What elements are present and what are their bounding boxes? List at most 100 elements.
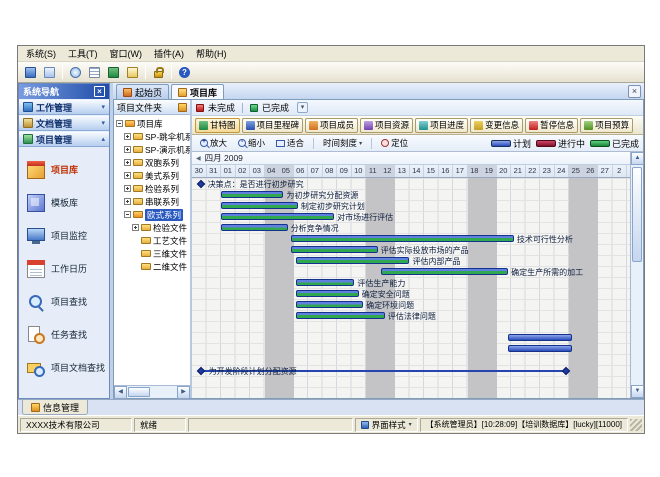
task-bar[interactable] (508, 334, 572, 341)
computer-button[interactable] (22, 64, 39, 81)
expand-icon[interactable] (124, 198, 131, 205)
unfinished-filter[interactable]: 未完成 (208, 101, 235, 114)
task-bar[interactable] (296, 312, 384, 319)
mail-button[interactable] (124, 64, 141, 81)
tree-item[interactable]: 项目库 (115, 117, 190, 130)
nav-item-task-search[interactable]: 任务查找 (19, 318, 109, 351)
vscroll-track[interactable] (631, 165, 643, 385)
task-bar[interactable] (296, 279, 354, 286)
task-bar[interactable] (296, 301, 363, 308)
tree-item[interactable]: SP-演示机系 (115, 143, 190, 156)
tree-hscroll-track[interactable] (127, 386, 177, 398)
time-scale-button[interactable]: 时间刻度▾ (319, 136, 366, 150)
menu-item-2[interactable]: 工具(T) (62, 46, 104, 61)
lock-button[interactable] (150, 64, 167, 81)
view-tab-budget[interactable]: 项目预算 (580, 118, 633, 133)
expand-icon[interactable] (124, 146, 131, 153)
task-bar[interactable] (508, 345, 572, 352)
spacer-segment (188, 418, 353, 432)
nav-section-work-management[interactable]: 工作管理▾ (19, 99, 109, 115)
view-tab-milestones[interactable]: 项目里程碑 (242, 118, 304, 133)
nav-section-document-management[interactable]: 文档管理▾ (19, 115, 109, 131)
expand-icon[interactable] (124, 185, 131, 192)
nav-item-project-monitor[interactable]: 项目监控 (19, 219, 109, 252)
nav-item-work-calendar[interactable]: 工作日历 (19, 252, 109, 285)
collapse-icon[interactable] (124, 211, 131, 218)
menu-item-1[interactable]: 系统(S) (20, 46, 62, 61)
tree-item[interactable]: 二维文件 (115, 260, 190, 273)
view-tab-pauses[interactable]: 暂停信息 (525, 118, 578, 133)
task-bar[interactable] (221, 191, 283, 198)
fit-button[interactable]: 适合 (272, 136, 308, 150)
task-label: 评估生产能力 (357, 279, 405, 288)
view-tab-label: 暂停信息 (540, 119, 574, 131)
tree-hscroll-thumb[interactable] (128, 387, 150, 397)
expand-icon[interactable] (124, 133, 131, 140)
scroll-down-icon[interactable]: ▼ (631, 385, 644, 398)
view-tab-changes[interactable]: 变更信息 (470, 118, 523, 133)
menu-item-5[interactable]: 帮助(H) (190, 46, 233, 61)
locate-button[interactable]: 定位 (377, 136, 412, 150)
gantt-vscrollbar[interactable]: ▲ ▼ (630, 152, 643, 398)
gantt-chart: ◀ 四月 2009 303101020304050607080910111213… (192, 152, 630, 398)
scroll-up-icon[interactable]: ▲ (631, 152, 644, 165)
tree-item[interactable]: SP-跳伞机系 (115, 130, 190, 143)
tree-item[interactable]: 串联系列 (115, 195, 190, 208)
tree-item[interactable]: 三维文件 (115, 247, 190, 260)
expand-icon[interactable] (124, 172, 131, 179)
menu-item-3[interactable]: 窗口(W) (104, 46, 149, 61)
task-bar[interactable] (221, 202, 298, 209)
task-bar[interactable] (381, 268, 509, 275)
nav-item-project-library[interactable]: 项目库 (19, 153, 109, 186)
resize-grip[interactable] (630, 419, 642, 431)
zoom-out-button[interactable]: 缩小 (234, 136, 269, 150)
expand-icon[interactable] (124, 159, 131, 166)
tree-item[interactable]: 工艺文件 (115, 234, 190, 247)
view-tab-resources[interactable]: 项目资源 (360, 118, 413, 133)
clock-button[interactable] (67, 64, 84, 81)
pin-icon[interactable] (178, 103, 187, 112)
nav-section-project-management[interactable]: 项目管理▴ (19, 131, 109, 147)
zoom-in-button[interactable]: 放大 (196, 136, 231, 150)
tree-item[interactable]: 双胞系列 (115, 156, 190, 169)
style-selector[interactable]: 界面样式 ▾ (355, 418, 418, 432)
scroll-left-icon[interactable]: ◀ (196, 155, 201, 162)
task-bar[interactable] (221, 213, 334, 220)
expand-icon[interactable] (132, 224, 139, 231)
tree-hscrollbar[interactable]: ◀ ▶ (114, 385, 190, 398)
tree-item[interactable]: 美式系列 (115, 169, 190, 182)
menu-item-4[interactable]: 插件(A) (148, 46, 190, 61)
window-button[interactable] (41, 64, 58, 81)
scroll-left-icon[interactable]: ◀ (114, 386, 127, 399)
tab-start-page[interactable]: 起始页 (116, 84, 169, 99)
finished-filter[interactable]: 已完成 (262, 101, 289, 114)
report-button[interactable] (86, 64, 103, 81)
nav-item-project-doc-search[interactable]: 项目文档查找 (19, 351, 109, 384)
task-bar[interactable] (291, 235, 514, 242)
task-bar[interactable] (296, 257, 409, 264)
task-bar[interactable] (291, 246, 378, 253)
milestone-marker[interactable] (196, 180, 204, 188)
nav-item-template-library[interactable]: 模板库 (19, 186, 109, 219)
task-bar[interactable] (221, 224, 288, 231)
tree-item[interactable]: 检验文件 (115, 221, 190, 234)
info-management-tab[interactable]: 信息管理 (22, 400, 88, 415)
collapse-icon[interactable] (116, 120, 123, 127)
chart-button[interactable] (105, 64, 122, 81)
task-bar[interactable] (296, 290, 358, 297)
milestone-marker[interactable] (196, 367, 204, 375)
tree-item[interactable]: 欧式系列 (115, 208, 190, 221)
view-tab-progress[interactable]: 项目进度 (415, 118, 468, 133)
tab-close-button[interactable]: × (628, 85, 641, 98)
tree-item[interactable]: 检验系列 (115, 182, 190, 195)
members-icon (309, 121, 318, 130)
scroll-right-icon[interactable]: ▶ (177, 386, 190, 399)
view-tab-members[interactable]: 项目成员 (305, 118, 358, 133)
vscroll-thumb[interactable] (632, 167, 642, 262)
tab-project-library[interactable]: 项目库 (171, 84, 224, 99)
help-button[interactable]: ? (176, 64, 193, 81)
nav-item-project-search[interactable]: 项目查找 (19, 285, 109, 318)
close-icon[interactable]: × (94, 86, 105, 97)
chevron-down-icon[interactable]: ▾ (297, 102, 308, 113)
view-tab-gantt[interactable]: 甘特图 (195, 118, 240, 133)
